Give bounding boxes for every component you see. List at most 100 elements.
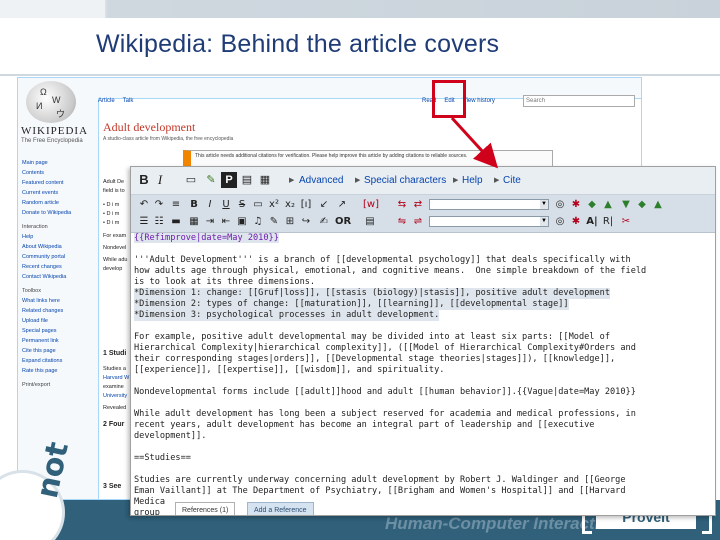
ab-icon[interactable]: A| — [585, 215, 599, 228]
chevron-down-icon[interactable]: ▼ — [540, 217, 548, 226]
nav-donate[interactable]: Donate to Wikipedia — [22, 208, 98, 218]
toolbar-cite[interactable]: Cite — [503, 175, 521, 186]
link-icon[interactable]: ▭ — [183, 172, 199, 188]
nav-what-links-here[interactable]: What links here — [22, 296, 98, 306]
shrink-icon[interactable]: ↙ — [317, 198, 331, 211]
heading-icon[interactable]: ▬ — [169, 215, 183, 228]
nav-community-portal[interactable]: Community portal — [22, 252, 98, 262]
wikitext-line: *Dimension 3: psychological processes in… — [134, 310, 440, 321]
nav-down-icon[interactable]: ▼ — [619, 198, 633, 211]
nav-right-icon[interactable]: ◆ — [635, 198, 649, 211]
tab-add-reference[interactable]: Add a Reference — [247, 502, 314, 515]
tab-view-history[interactable]: View history — [463, 98, 495, 104]
nav-cite-this-page[interactable]: Cite this page — [22, 346, 98, 356]
outdent-icon[interactable]: ⇤ — [219, 215, 233, 228]
tab-talk[interactable]: Talk — [123, 98, 134, 104]
search-regex-icon[interactable]: ✱ — [569, 198, 583, 211]
bullet-list-icon[interactable]: ☰ — [137, 215, 151, 228]
underline-icon[interactable]: U — [219, 198, 233, 211]
nav-upload-file[interactable]: Upload file — [22, 316, 98, 326]
nav-toolbox-header: Toolbox — [22, 288, 41, 294]
monospace-icon[interactable]: ▭ — [251, 198, 265, 211]
nav-help[interactable]: Help — [22, 232, 98, 242]
nav-about[interactable]: About Wikipedia — [22, 242, 98, 252]
nav-special-pages[interactable]: Special pages — [22, 326, 98, 336]
nav-end-icon[interactable]: ▲ — [651, 198, 665, 211]
wikitext-line: recent years, adult development has beco… — [134, 420, 595, 430]
comment-icon[interactable]: ✎ — [267, 215, 281, 228]
nav-left-icon[interactable]: ◆ — [585, 198, 599, 211]
media-icon[interactable]: ♫ — [251, 215, 265, 228]
nav-related-changes[interactable]: Related changes — [22, 306, 98, 316]
search-field[interactable]: ▼ — [429, 199, 549, 210]
nav-random-article[interactable]: Random article — [22, 198, 98, 208]
find-previous-icon[interactable]: ⇄ — [411, 198, 425, 211]
article-subtitle: A studio-class article from Wikipedia, t… — [103, 136, 234, 142]
nav-current-events[interactable]: Current events — [22, 188, 98, 198]
nav-rate-this-page[interactable]: Rate this page — [22, 366, 98, 376]
nav-up-icon[interactable]: ▲ — [601, 198, 615, 211]
undo-icon[interactable]: ↶ — [137, 198, 151, 211]
tab-article[interactable]: Article — [98, 98, 115, 104]
toolbar-special-characters[interactable]: Special characters — [364, 175, 446, 186]
nav-interaction-header: Interaction — [22, 224, 48, 230]
toolbar-help[interactable]: Help — [462, 175, 483, 186]
replace-text-icon[interactable]: R| — [601, 215, 615, 228]
replace-field[interactable]: ▼ — [429, 216, 549, 227]
embedded-file-icon[interactable]: ✎ — [203, 172, 219, 188]
wikitext-line: Nondevelopmental forms include [[adult]]… — [134, 387, 636, 397]
toolbar-advanced[interactable]: Advanced — [299, 175, 343, 186]
stub-text: Studies a — [103, 366, 126, 372]
gallery-icon[interactable]: ▦ — [257, 172, 273, 188]
nav-expand-citations[interactable]: Expand citations — [22, 356, 98, 366]
nav-featured-content[interactable]: Featured content — [22, 178, 98, 188]
stub-text: Adult De — [103, 179, 125, 185]
nav-print-export-header[interactable]: Print/export — [22, 380, 98, 390]
table-icon[interactable]: ▦ — [187, 215, 201, 228]
nav-contents[interactable]: Contents — [22, 168, 98, 178]
italic-button[interactable]: I — [153, 172, 167, 188]
slide-title: Wikipedia: Behind the article covers — [96, 30, 500, 58]
wiki-markup-icon[interactable]: [w] — [363, 198, 379, 211]
wikitext-line: Medica — [134, 497, 166, 507]
signature-icon[interactable]: P — [221, 172, 237, 188]
align-left-icon[interactable]: ≡ — [169, 198, 183, 211]
replace-all-icon[interactable]: ⇌ — [411, 215, 425, 228]
special-characters-arrow-icon: ▶ — [355, 177, 361, 184]
indent-icon[interactable]: ⇥ — [203, 215, 217, 228]
nav-permanent-link[interactable]: Permanent link — [22, 336, 98, 346]
image-icon[interactable]: ▣ — [235, 215, 249, 228]
or-icon[interactable]: OR — [335, 215, 351, 228]
wiki-search-input[interactable]: Search — [523, 95, 635, 107]
replace-regex-icon[interactable]: ✱ — [569, 215, 583, 228]
numbered-list-icon[interactable]: ☷ — [152, 215, 166, 228]
redo-icon[interactable]: ↷ — [152, 198, 166, 211]
reference-bracket-icon[interactable]: [ı] — [299, 198, 313, 211]
wikitext-textarea[interactable]: {{Refimprove|date=May 2010}} '''Adult De… — [131, 233, 715, 515]
wikitext-line: *Dimension 1: change: [[Gruf|loss]], [[s… — [134, 288, 610, 299]
wiki-tabs-left: Article Talk — [98, 98, 141, 104]
replace-icon[interactable]: ⇋ — [395, 215, 409, 228]
wikitext-line: [[experience]], [[expertise]], [[wisdom]… — [134, 365, 445, 375]
tab-references[interactable]: References (1) — [175, 502, 236, 515]
find-next-icon[interactable]: ⇆ — [395, 198, 409, 211]
search-options-icon[interactable]: ◎ — [553, 198, 567, 211]
chevron-down-icon[interactable]: ▼ — [540, 200, 548, 209]
category-icon[interactable]: ⊞ — [283, 215, 297, 228]
italic-icon[interactable]: I — [203, 198, 217, 211]
cleanup-icon[interactable]: ✂ — [619, 215, 633, 228]
replace-options-icon[interactable]: ◎ — [553, 215, 567, 228]
comment-block-icon[interactable]: ▤ — [363, 215, 377, 228]
subscript-icon[interactable]: x₂ — [283, 198, 297, 211]
strikethrough-icon[interactable]: S — [235, 198, 249, 211]
bold-button[interactable]: B — [137, 172, 151, 188]
nav-contact[interactable]: Contact Wikipedia — [22, 272, 98, 282]
redirect-icon[interactable]: ↪ — [299, 215, 313, 228]
reference-icon[interactable]: ▤ — [239, 172, 255, 188]
nav-recent-changes[interactable]: Recent changes — [22, 262, 98, 272]
superscript-icon[interactable]: x² — [267, 198, 281, 211]
expand-icon[interactable]: ↗ — [335, 198, 349, 211]
bold-icon[interactable]: B — [187, 198, 201, 211]
signature-small-icon[interactable]: ✍ — [317, 215, 331, 228]
nav-main-page[interactable]: Main page — [22, 158, 98, 168]
